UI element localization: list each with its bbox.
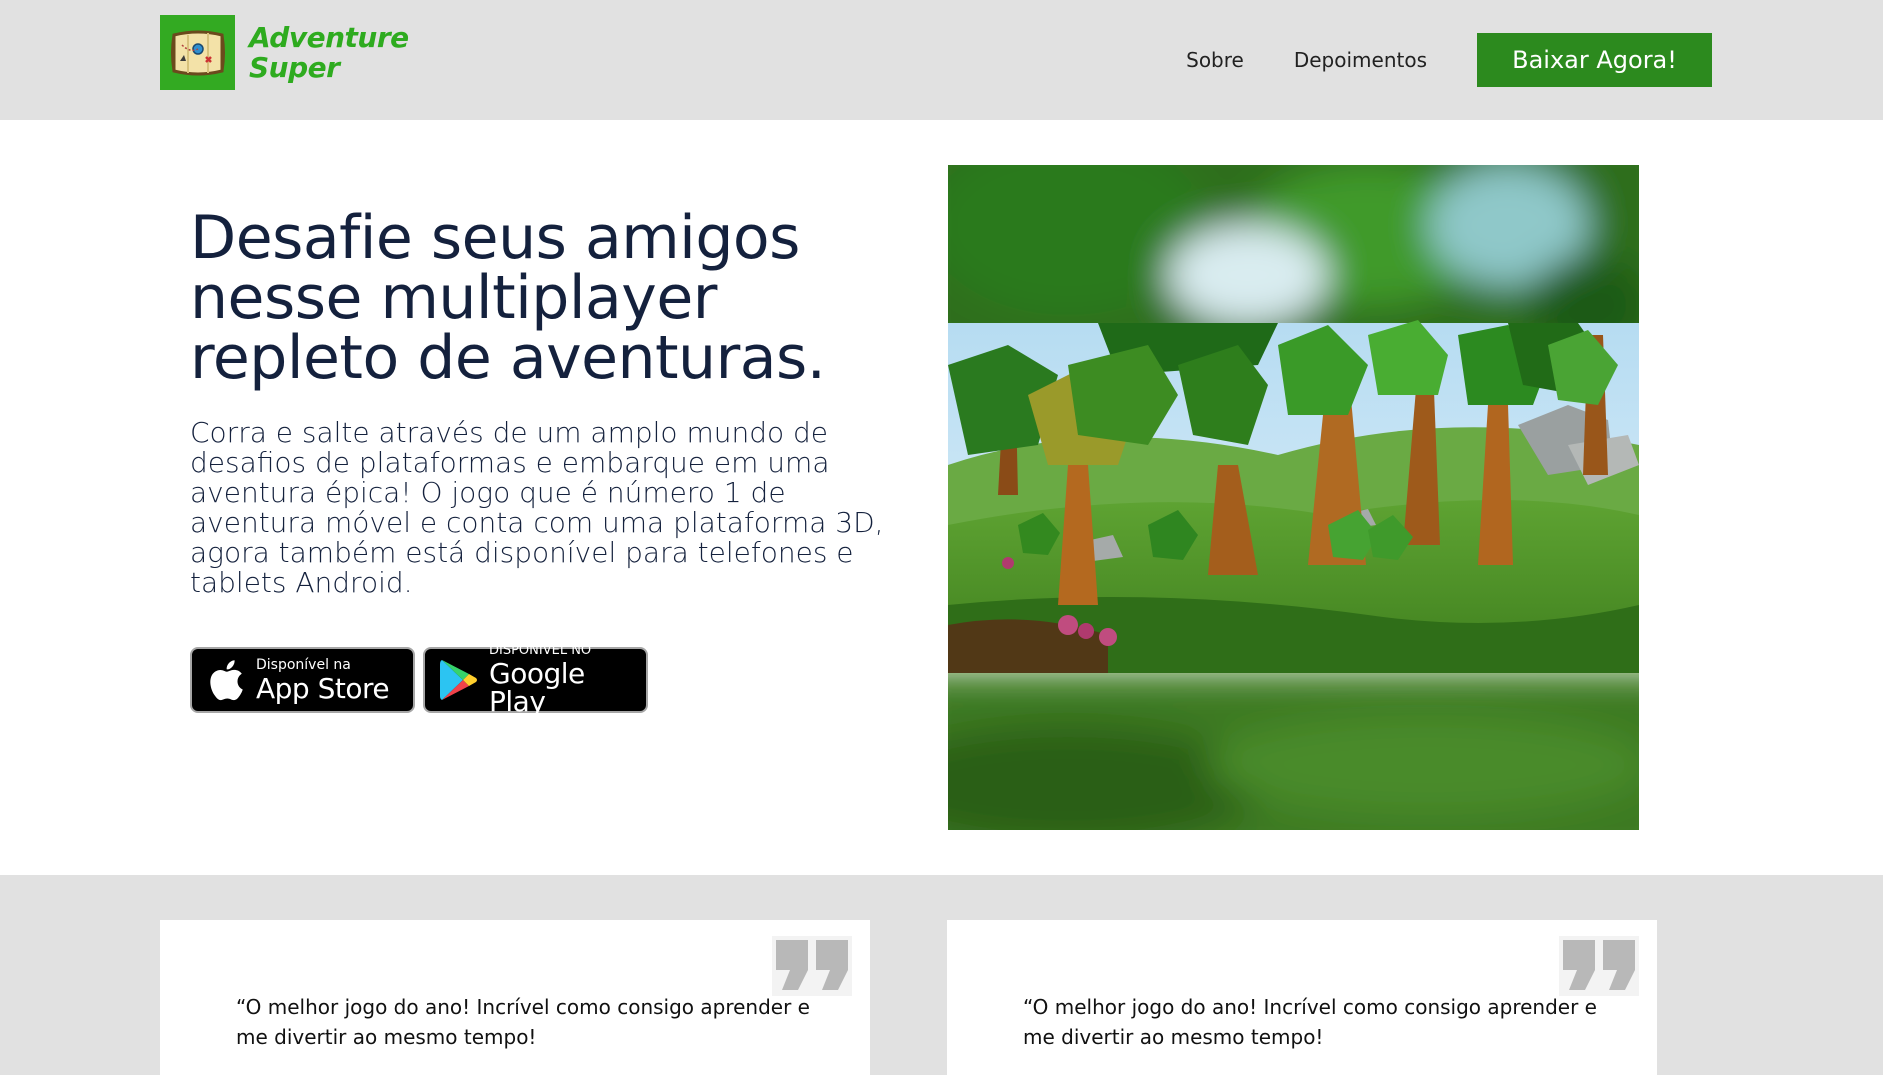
hero-description: Corra e salte através de um amplo mundo … bbox=[190, 416, 884, 599]
game-screenshot-image bbox=[948, 165, 1639, 830]
logo-link[interactable]: Adventure Super bbox=[160, 15, 409, 90]
google-play-small-text: DISPONÍVEL NO bbox=[489, 643, 592, 658]
testimonial-card: “O melhor jogo do ano! Incrível como con… bbox=[947, 920, 1657, 1090]
site-header: Adventure Super Sobre Depoimentos Baixar… bbox=[0, 0, 1883, 120]
testimonial-card: “O melhor jogo do ano! Incrível como con… bbox=[160, 920, 870, 1090]
app-store-large-text: App Store bbox=[256, 671, 390, 705]
testimonial-text: “O melhor jogo do ano! Incrível como con… bbox=[236, 995, 810, 1049]
nav-link-depoimentos[interactable]: Depoimentos bbox=[1294, 48, 1427, 72]
app-store-small-text: Disponível na bbox=[256, 656, 351, 673]
download-now-button[interactable]: Baixar Agora! bbox=[1477, 33, 1712, 87]
google-play-text: DISPONÍVEL NO Google Play bbox=[489, 644, 646, 716]
quote-icon bbox=[1559, 936, 1639, 996]
testimonials-section: “O melhor jogo do ano! Incrível como con… bbox=[0, 875, 1883, 1090]
treasure-map-icon bbox=[160, 15, 235, 90]
logo-text: Adventure Super bbox=[249, 20, 409, 84]
apple-icon bbox=[206, 658, 246, 702]
google-play-icon bbox=[439, 658, 479, 702]
google-play-large-text: Google Play bbox=[489, 657, 585, 718]
google-play-badge[interactable]: DISPONÍVEL NO Google Play bbox=[423, 644, 648, 716]
main-nav: Sobre Depoimentos Baixar Agora! bbox=[1186, 33, 1712, 87]
hero-title: Desafie seus amigos nesse multiplayer re… bbox=[190, 203, 826, 393]
store-badges: Disponível na App Store DISPONÍVEL NO Go… bbox=[190, 644, 656, 716]
logo-line2: Super bbox=[249, 50, 340, 84]
testimonial-text: “O melhor jogo do ano! Incrível como con… bbox=[1023, 995, 1597, 1049]
app-store-text: Disponível na App Store bbox=[256, 656, 390, 705]
quote-icon bbox=[772, 936, 852, 996]
logo-line1: Adventure bbox=[249, 20, 409, 54]
app-store-badge[interactable]: Disponível na App Store bbox=[190, 647, 415, 713]
nav-link-sobre[interactable]: Sobre bbox=[1186, 48, 1244, 72]
